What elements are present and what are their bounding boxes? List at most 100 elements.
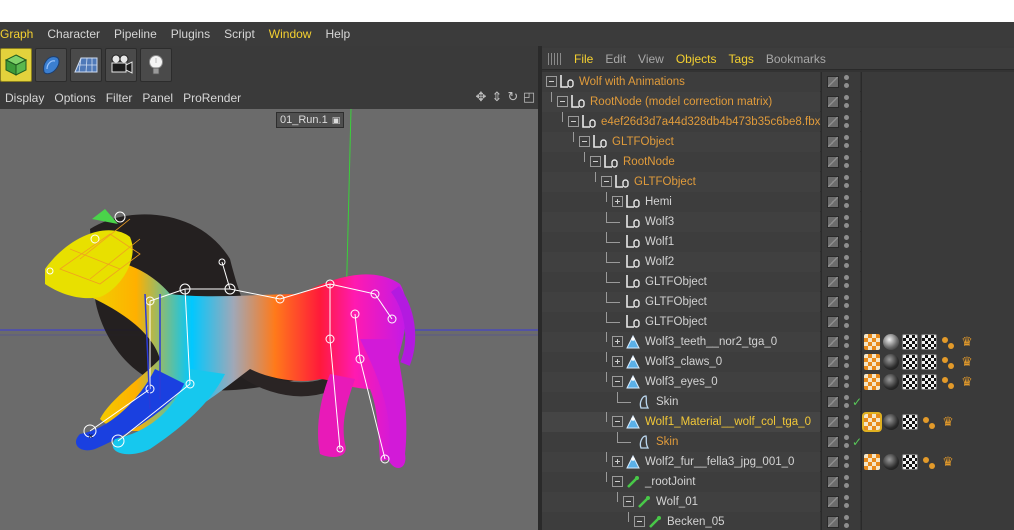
expand-icon[interactable] <box>612 196 623 207</box>
layer-toggle[interactable] <box>827 436 839 448</box>
object-name-cell[interactable]: Skin <box>542 392 820 412</box>
visibility-dots[interactable] <box>844 375 849 389</box>
check-b-tag-icon[interactable] <box>921 354 937 370</box>
maximize-icon[interactable]: ◰ <box>522 90 536 104</box>
object-name-cell[interactable]: e4ef26d3d7a44d328db4b473b35c6be8.fbx <box>542 112 820 132</box>
object-name-cell[interactable]: Wolf3_claws_0 <box>542 352 820 372</box>
object-row[interactable]: Wolf3_eyes_0 ♛ <box>542 372 1014 392</box>
object-row[interactable]: Wolf2_fur__fella3_jpg_001_0 ♛ <box>542 452 1014 472</box>
check-b-tag-icon[interactable] <box>902 414 918 430</box>
collapse-icon[interactable] <box>546 76 557 87</box>
object-row[interactable]: Wolf3_claws_0 ♛ <box>542 352 1014 372</box>
object-name-cell[interactable]: GLTFObject <box>542 132 820 152</box>
om-menu-bookmarks[interactable]: Bookmarks <box>760 48 832 70</box>
light-tool-button[interactable] <box>140 48 172 82</box>
tex-tag-icon[interactable] <box>864 454 880 470</box>
visibility-dots[interactable] <box>844 475 849 489</box>
object-row[interactable]: Wolf_01 <box>542 492 1014 512</box>
layer-toggle[interactable] <box>827 216 839 228</box>
visibility-dots[interactable] <box>844 315 849 329</box>
crown-tag-icon[interactable]: ♛ <box>959 334 975 350</box>
viewport-menu-filter[interactable]: Filter <box>101 88 138 108</box>
crown-tag-icon[interactable]: ♛ <box>959 354 975 370</box>
check-b-tag-icon[interactable] <box>921 334 937 350</box>
collapse-icon[interactable] <box>612 376 623 387</box>
visibility-dots[interactable] <box>844 155 849 169</box>
object-row[interactable]: Skin ✓ <box>542 392 1014 412</box>
object-name-cell[interactable]: Wolf3 <box>542 212 820 232</box>
object-row[interactable]: GLTFObject <box>542 272 1014 292</box>
object-row[interactable]: GLTFObject <box>542 312 1014 332</box>
crown-tag-icon[interactable]: ♛ <box>940 414 956 430</box>
visibility-dots[interactable] <box>844 355 849 369</box>
object-row[interactable]: GLTFObject <box>542 132 1014 152</box>
om-menu-objects[interactable]: Objects <box>670 48 723 70</box>
collapse-icon[interactable] <box>579 136 590 147</box>
floor-tool-button[interactable] <box>70 48 102 82</box>
object-name-cell[interactable]: GLTFObject <box>542 292 820 312</box>
layer-toggle[interactable] <box>827 136 839 148</box>
object-row[interactable]: e4ef26d3d7a44d328db4b473b35c6be8.fbx <box>542 112 1014 132</box>
visibility-dots[interactable] <box>844 415 849 429</box>
object-row[interactable]: Becken_05 <box>542 512 1014 530</box>
move-icon[interactable]: ✥ <box>474 90 488 104</box>
object-name-cell[interactable]: Wolf with Animations <box>542 72 820 92</box>
sphere-tag-icon[interactable] <box>883 334 899 350</box>
visibility-dots[interactable] <box>844 335 849 349</box>
menu-plugins[interactable]: Plugins <box>164 22 217 46</box>
om-menu-edit[interactable]: Edit <box>599 48 632 70</box>
visibility-dots[interactable] <box>844 455 849 469</box>
collapse-icon[interactable] <box>634 516 645 527</box>
visibility-dots[interactable] <box>844 295 849 309</box>
layer-toggle[interactable] <box>827 296 839 308</box>
check-b-tag-icon[interactable] <box>921 374 937 390</box>
visibility-dots[interactable] <box>844 175 849 189</box>
tex-tag-icon[interactable] <box>864 374 880 390</box>
object-row[interactable]: GLTFObject <box>542 292 1014 312</box>
layer-toggle[interactable] <box>827 156 839 168</box>
object-row[interactable]: Wolf with Animations <box>542 72 1014 92</box>
texture-tag-icon[interactable] <box>862 412 882 432</box>
joints-tag-icon[interactable] <box>940 374 956 390</box>
object-name-cell[interactable]: Becken_05 <box>542 512 820 530</box>
object-name-cell[interactable]: Wolf2_fur__fella3_jpg_001_0 <box>542 452 820 472</box>
check-b-tag-icon[interactable] <box>902 334 918 350</box>
layer-toggle[interactable] <box>827 376 839 388</box>
om-menu-tags[interactable]: Tags <box>723 48 760 70</box>
object-row[interactable]: Hemi <box>542 192 1014 212</box>
menu-character[interactable]: Character <box>40 22 107 46</box>
dark-tag-icon[interactable] <box>883 354 899 370</box>
collapse-icon[interactable] <box>623 496 634 507</box>
expand-icon[interactable] <box>612 356 623 367</box>
object-row[interactable]: Wolf3 <box>542 212 1014 232</box>
collapse-icon[interactable] <box>612 476 623 487</box>
take-label[interactable]: 01_Run.1 ▣ <box>276 112 345 128</box>
om-menu-file[interactable]: File <box>568 48 599 70</box>
visibility-dots[interactable] <box>844 255 849 269</box>
object-row[interactable]: Wolf1_Material__wolf_col_tga_0 ♛ <box>542 412 1014 432</box>
layer-toggle[interactable] <box>827 336 839 348</box>
layer-toggle[interactable] <box>827 76 839 88</box>
collapse-icon[interactable] <box>601 176 612 187</box>
grip-icon[interactable] <box>548 52 562 65</box>
cube-tool-button[interactable] <box>0 48 32 82</box>
object-name-cell[interactable]: _rootJoint <box>542 472 820 492</box>
layer-toggle[interactable] <box>827 396 839 408</box>
object-row[interactable]: GLTFObject <box>542 172 1014 192</box>
layer-toggle[interactable] <box>827 416 839 428</box>
object-name-cell[interactable]: RootNode <box>542 152 820 172</box>
layer-toggle[interactable] <box>827 476 839 488</box>
dark-tag-icon[interactable] <box>883 454 899 470</box>
viewport-menu-options[interactable]: Options <box>49 88 100 108</box>
joints-tag-icon[interactable] <box>921 414 937 430</box>
layer-toggle[interactable] <box>827 456 839 468</box>
object-row[interactable]: RootNode <box>542 152 1014 172</box>
object-row[interactable]: RootNode (model correction matrix) <box>542 92 1014 112</box>
object-name-cell[interactable]: Wolf2 <box>542 252 820 272</box>
layer-toggle[interactable] <box>827 196 839 208</box>
layer-toggle[interactable] <box>827 276 839 288</box>
check-b-tag-icon[interactable] <box>902 454 918 470</box>
viewport-menu-prorender[interactable]: ProRender <box>178 88 246 108</box>
menu-window[interactable]: Window <box>262 22 319 46</box>
object-name-cell[interactable]: Wolf3_eyes_0 <box>542 372 820 392</box>
